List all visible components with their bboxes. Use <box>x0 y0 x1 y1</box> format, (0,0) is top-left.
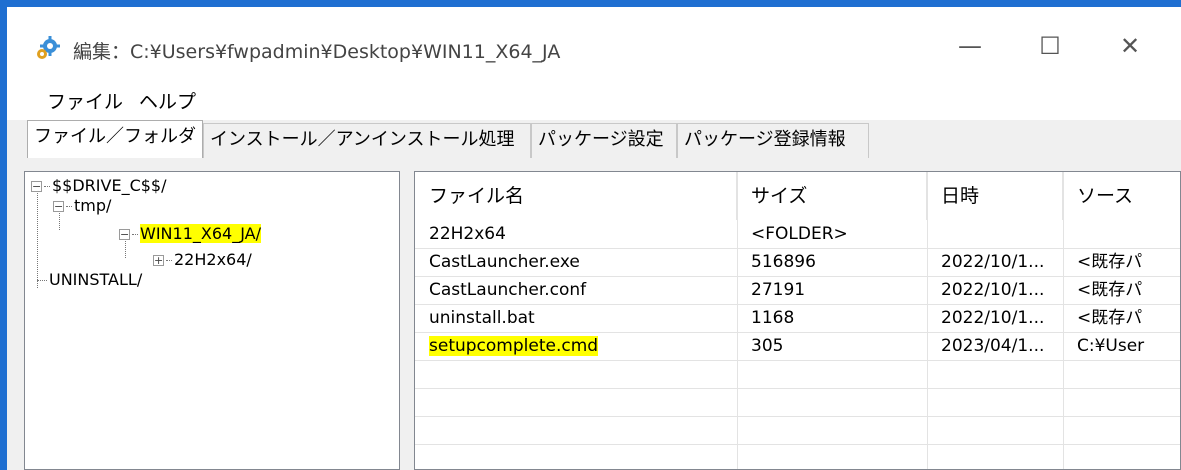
cell-source: C:¥User <box>1077 336 1145 356</box>
row-divider <box>415 360 1180 361</box>
cell-datetime: 2022/10/1... <box>941 252 1045 272</box>
cell-filename: 22H2x64 <box>429 224 506 244</box>
minimize-button[interactable]: — <box>940 21 1000 71</box>
tree-connector <box>37 280 47 281</box>
cell-size: 516896 <box>751 252 816 272</box>
collapse-icon[interactable]: − <box>119 229 130 240</box>
maximize-button[interactable]: ☐ <box>1020 21 1080 71</box>
tree-item-label: UNINSTALL/ <box>49 270 143 289</box>
tree-connector <box>166 260 172 261</box>
tab-package-registration[interactable]: パッケージ登録情報 <box>677 123 869 158</box>
row-divider <box>415 388 1180 389</box>
tab-strip: ファイル／フォルダ インストール／アンインストール処理 パッケージ設定 パッケー… <box>7 120 1181 158</box>
cell-source: <既存パ <box>1077 252 1143 272</box>
tab-install-uninstall[interactable]: インストール／アンインストール処理 <box>203 123 531 158</box>
tab-files-folders[interactable]: ファイル／フォルダ <box>27 120 203 158</box>
row-divider <box>415 444 1180 445</box>
cell-filename: CastLauncher.conf <box>429 280 587 300</box>
tree-item-label: tmp/ <box>74 196 112 215</box>
cell-datetime: 2022/10/1... <box>941 280 1045 300</box>
cell-filename: setupcomplete.cmd <box>415 332 737 360</box>
tree-connector <box>132 234 138 235</box>
menu-file[interactable]: ファイル <box>41 85 129 116</box>
tree-item-tmp[interactable]: − tmp/ <box>53 196 111 216</box>
highlighted-filename: setupcomplete.cmd <box>429 336 599 356</box>
expand-icon[interactable]: + <box>153 255 164 266</box>
column-header-datetime[interactable]: 日時 <box>927 172 1063 220</box>
file-list[interactable]: ファイル名 サイズ 日時 ソース 22H2x64 <FOLDER> CastLa… <box>414 171 1181 470</box>
cell-source: <既存パ <box>1077 280 1143 300</box>
tree-item-uninstall[interactable]: UNINSTALL/ <box>37 270 142 290</box>
cell-datetime: 2023/04/1... <box>941 336 1045 356</box>
tree-item-label: WIN11_X64_JA/ <box>140 224 261 243</box>
cell-size: 305 <box>751 336 784 356</box>
column-header-size[interactable]: サイズ <box>737 172 927 220</box>
close-button[interactable]: ✕ <box>1100 21 1160 71</box>
tree-item-win11-x64-ja[interactable]: − WIN11_X64_JA/ <box>119 224 261 244</box>
window-title: 編集：C:¥Users¥fwpadmin¥Desktop¥WIN11_X64_J… <box>73 41 561 63</box>
cell-datetime: 2022/10/1... <box>941 308 1045 328</box>
cell-size: 1168 <box>751 308 795 328</box>
title-bar[interactable]: 編集：C:¥Users¥fwpadmin¥Desktop¥WIN11_X64_J… <box>7 7 1181 79</box>
menu-help[interactable]: ヘルプ <box>133 85 202 116</box>
cell-datetime <box>927 220 1063 248</box>
cell-size: <FOLDER> <box>751 224 848 244</box>
cell-filename: CastLauncher.exe <box>429 252 580 272</box>
cell-size: 27191 <box>751 280 806 300</box>
gear-icon <box>37 36 60 59</box>
cell-source <box>1063 220 1180 248</box>
collapse-icon[interactable]: − <box>31 181 42 192</box>
tree-connector <box>44 186 50 187</box>
cell-source: <既存パ <box>1077 308 1143 328</box>
tree-item-label: 22H2x64/ <box>174 250 252 269</box>
tree-item-22h2x64[interactable]: +22H2x64/ <box>153 250 252 270</box>
menu-bar: ファイル ヘルプ <box>7 79 1181 119</box>
column-header-filename[interactable]: ファイル名 <box>415 172 737 220</box>
column-header-source[interactable]: ソース <box>1063 172 1180 220</box>
tree-item-label: $$DRIVE_C$$/ <box>52 176 167 195</box>
folder-tree[interactable]: − $$DRIVE_C$$/ − tmp/ − WIN11_X64_JA/ +22H2… <box>24 171 400 470</box>
cell-filename: uninstall.bat <box>429 308 535 328</box>
row-divider <box>415 416 1180 417</box>
tab-package-settings[interactable]: パッケージ設定 <box>531 123 677 158</box>
tree-item-drive-c[interactable]: − $$DRIVE_C$$/ <box>31 176 167 196</box>
collapse-icon[interactable]: − <box>53 201 64 212</box>
tree-connector <box>66 206 72 207</box>
